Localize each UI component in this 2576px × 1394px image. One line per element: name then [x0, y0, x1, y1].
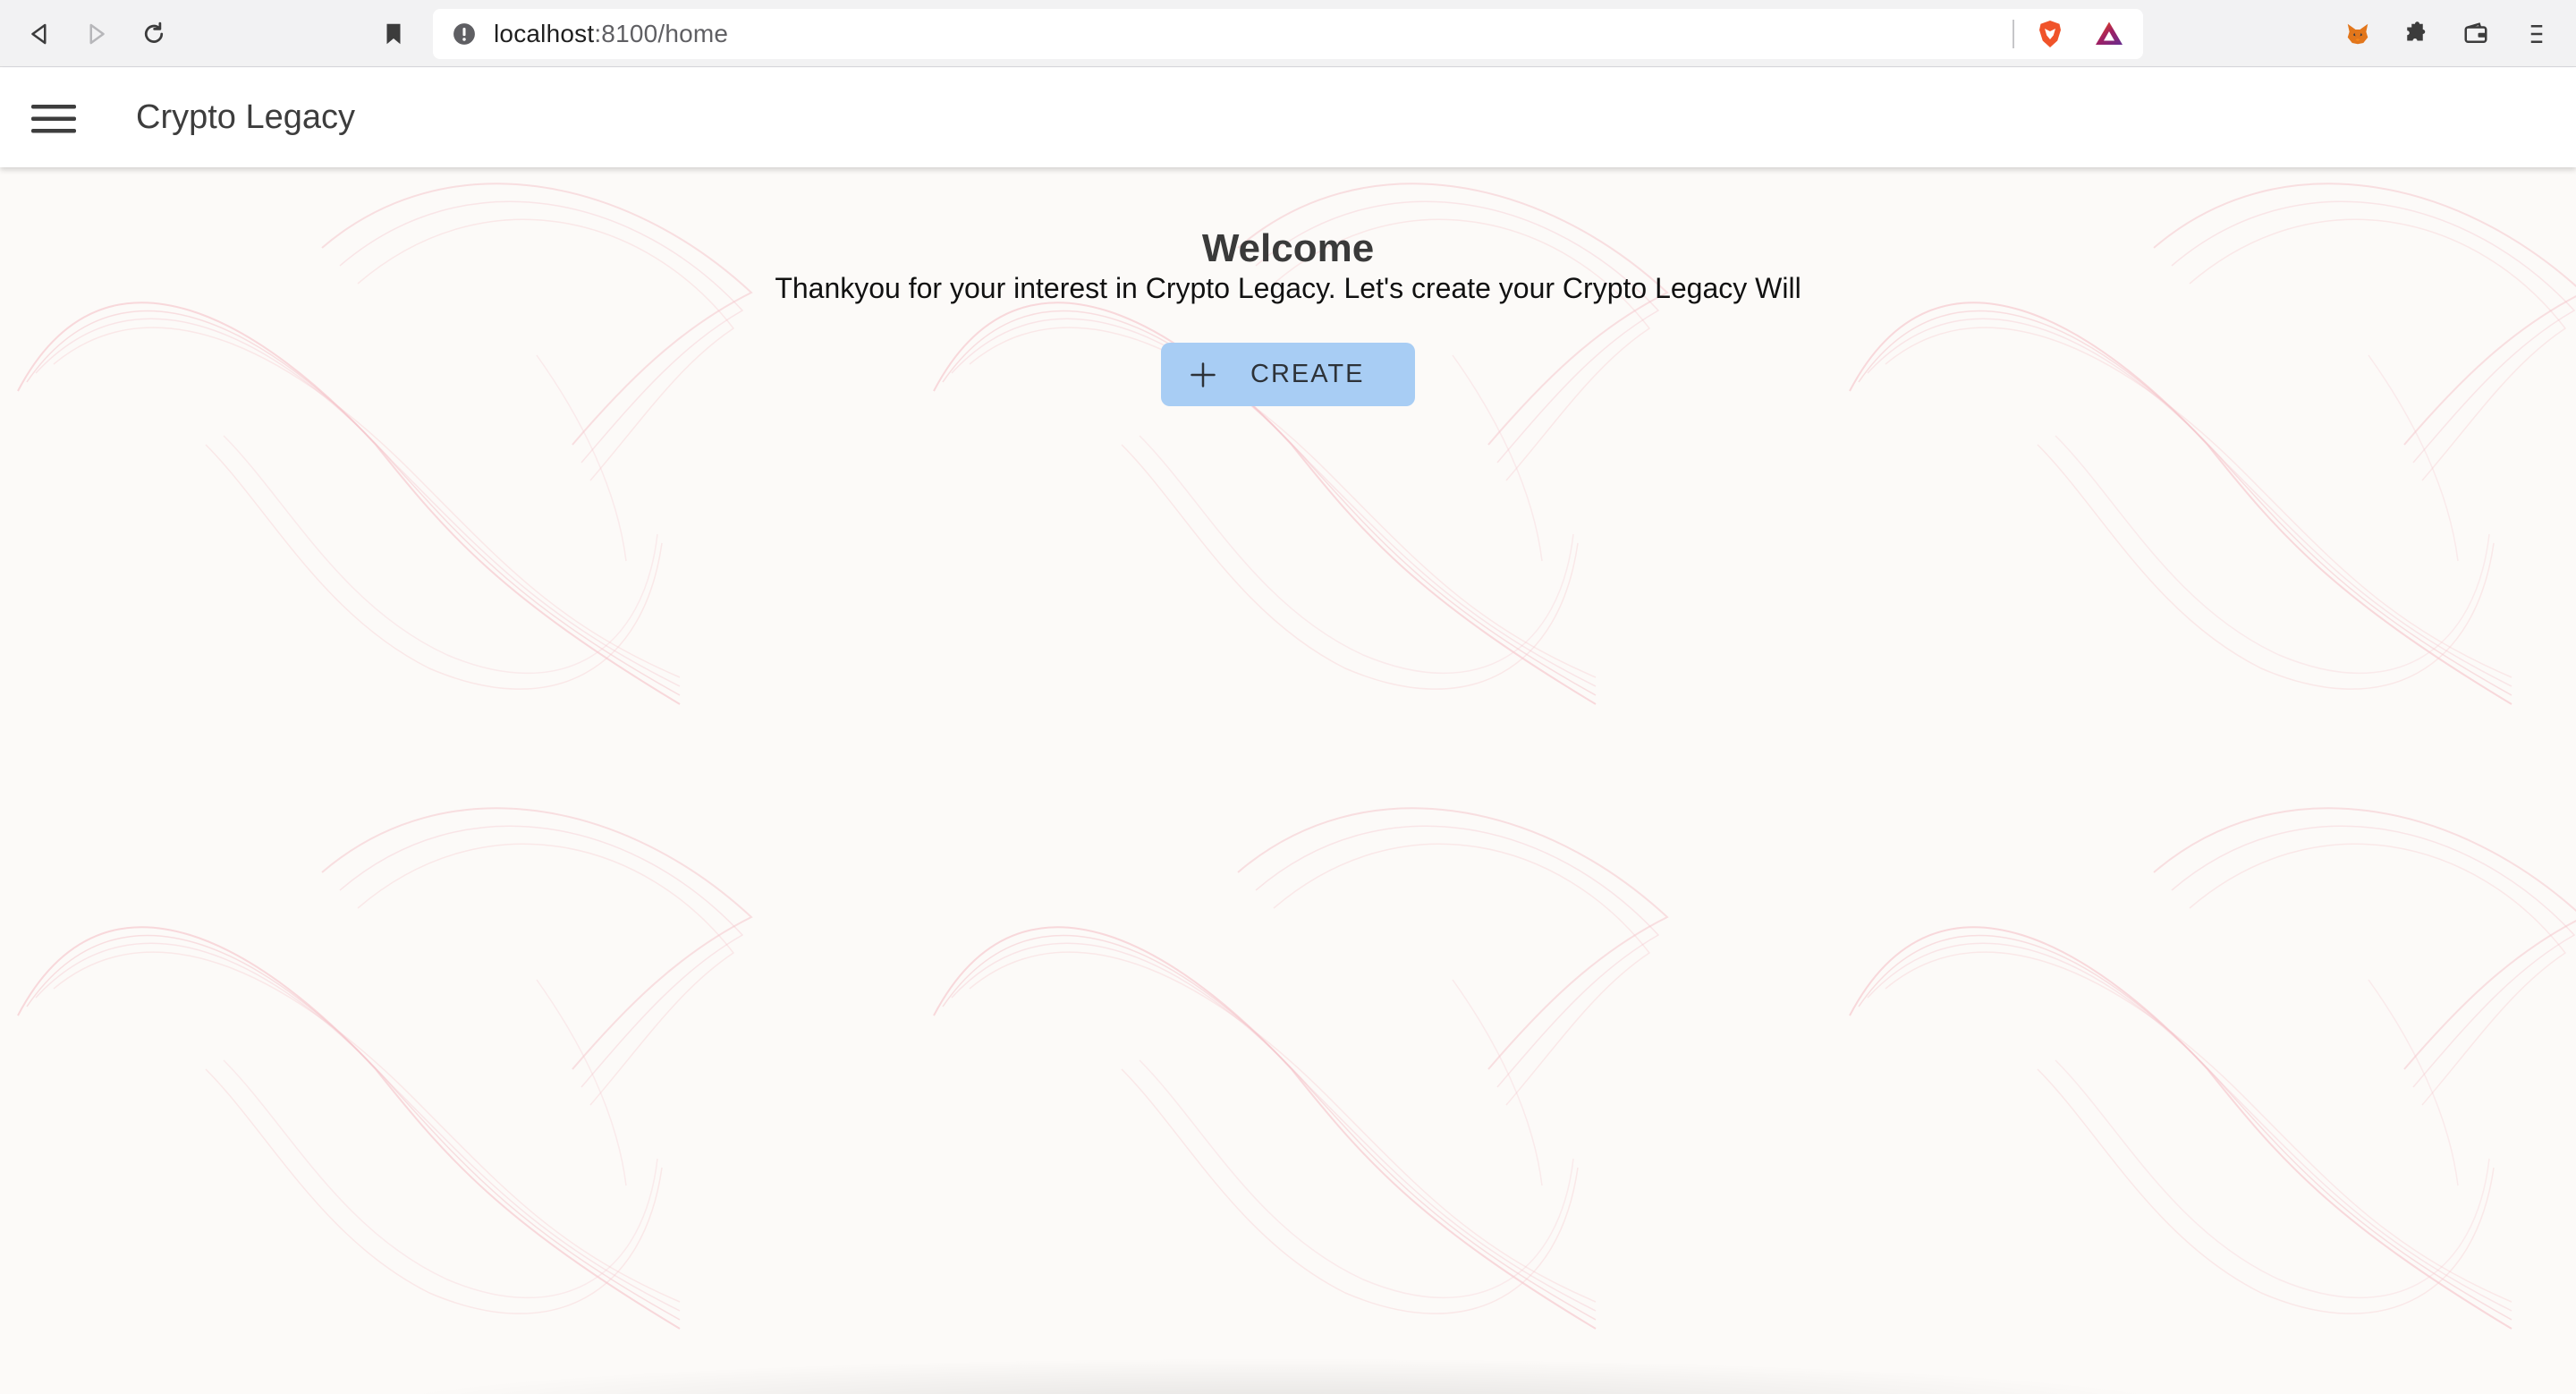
url-host: localhost [494, 20, 595, 47]
create-button-label: CREATE [1250, 360, 1365, 388]
address-divider [2012, 20, 2014, 48]
main-content: Welcome Thankyou for your interest in Cr… [0, 167, 2576, 1394]
url-path: :8100/home [594, 20, 729, 47]
puzzle-icon[interactable] [2397, 16, 2433, 52]
info-icon[interactable] [453, 22, 476, 46]
reload-icon[interactable] [136, 16, 172, 52]
address-bar[interactable]: localhost:8100/home [433, 9, 2143, 59]
hamburger-menu-icon[interactable] [2519, 16, 2555, 52]
browser-toolbar: localhost:8100/home [0, 0, 2576, 67]
welcome-title: Welcome [1201, 226, 1375, 270]
brave-shield-icon[interactable] [2034, 18, 2066, 50]
plus-icon [1191, 362, 1216, 387]
url-text[interactable]: localhost:8100/home [494, 9, 728, 59]
app-title: Crypto Legacy [136, 98, 356, 136]
forward-icon[interactable] [79, 16, 114, 52]
bottom-shadow [340, 1357, 2218, 1394]
brave-rewards-icon[interactable] [2093, 18, 2125, 50]
back-icon[interactable] [21, 16, 57, 52]
menu-button[interactable] [27, 97, 80, 141]
welcome-text: Thankyou for your interest in Crypto Leg… [775, 272, 1801, 304]
hamburger-menu-icon [31, 105, 76, 133]
app-header: Crypto Legacy [0, 68, 2576, 167]
create-button[interactable]: CREATE [1161, 343, 1415, 406]
bookmark-icon[interactable] [376, 16, 411, 52]
metamask-fox-icon[interactable] [2340, 16, 2376, 52]
wallet-icon[interactable] [2458, 16, 2494, 52]
